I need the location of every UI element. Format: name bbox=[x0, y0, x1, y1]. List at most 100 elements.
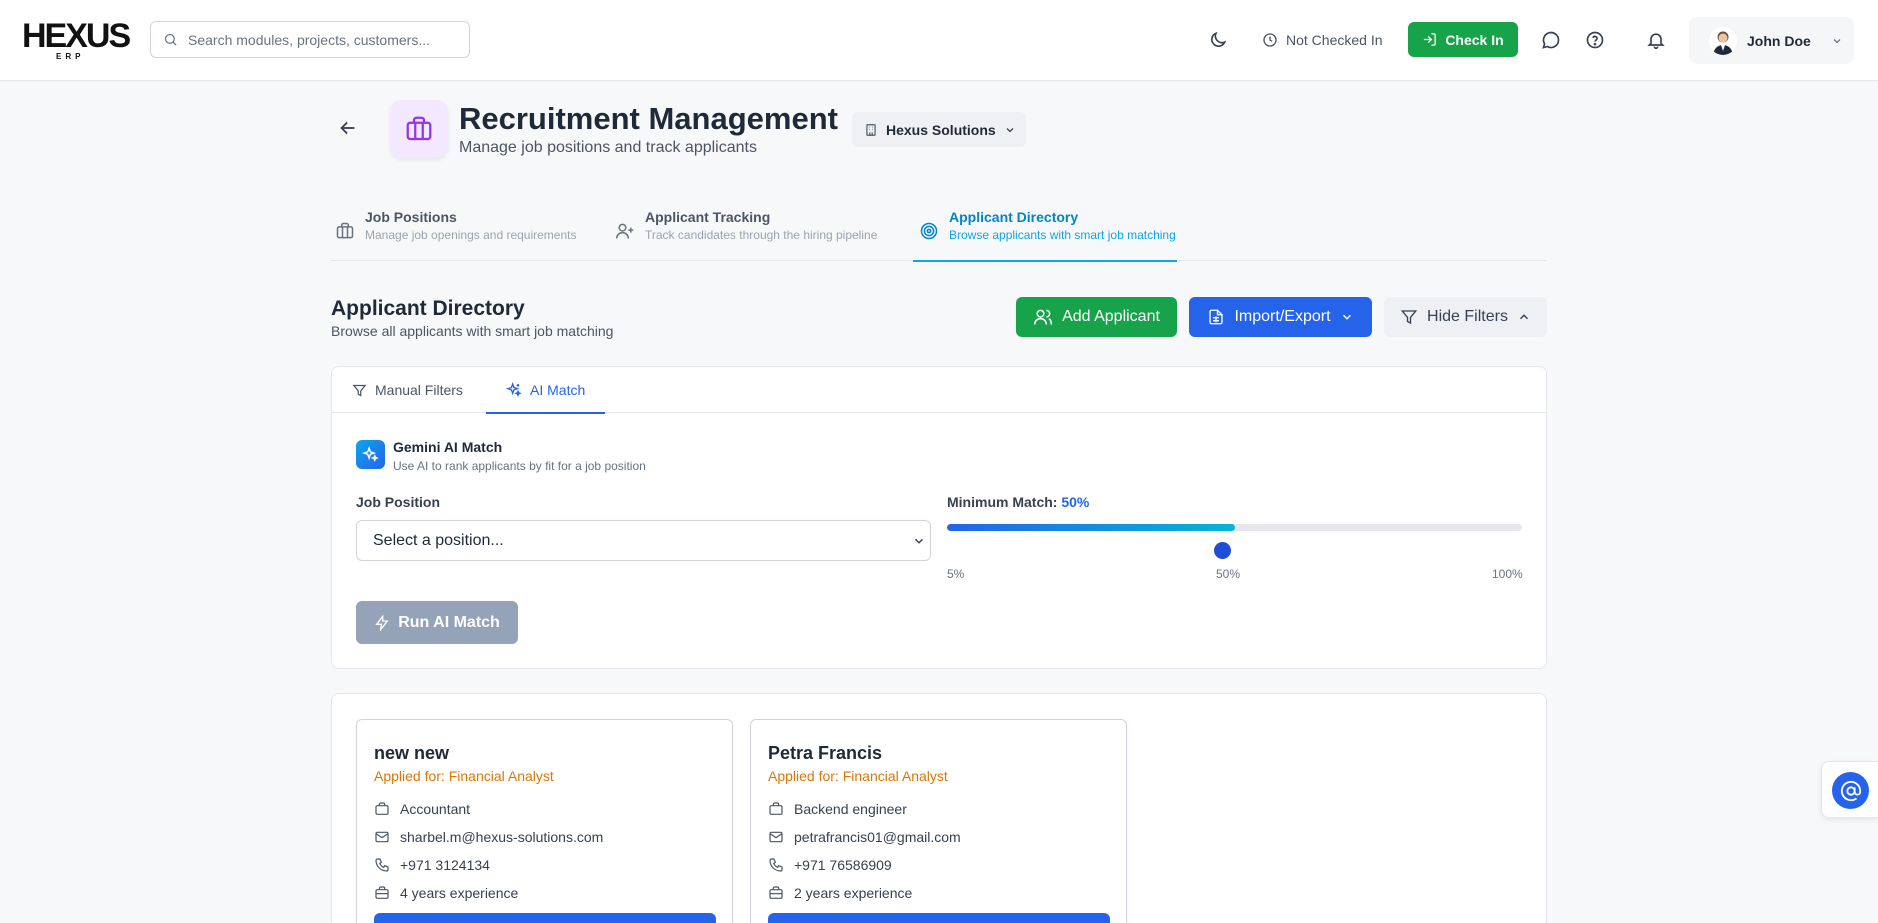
message-icon[interactable] bbox=[1540, 29, 1562, 51]
gemini-subtitle: Use AI to rank applicants by fit for a j… bbox=[393, 459, 646, 473]
add-applicant-button[interactable]: Add Applicant bbox=[1016, 297, 1177, 337]
tab-applicant-tracking[interactable]: Applicant Tracking Track candidates thro… bbox=[615, 204, 877, 261]
briefcase-icon bbox=[768, 885, 784, 901]
at-sign-icon bbox=[1832, 772, 1869, 809]
minimum-match-value: 50% bbox=[1061, 494, 1090, 510]
lightning-icon bbox=[374, 614, 390, 631]
applied-for: Applied for: Financial Analyst bbox=[768, 768, 948, 784]
chevron-down-icon bbox=[1340, 310, 1354, 324]
page-subtitle: Manage job positions and track applicant… bbox=[459, 139, 757, 156]
minimum-match-text: Minimum Match: bbox=[947, 494, 1058, 510]
user-name: John Doe bbox=[1747, 32, 1811, 49]
minimum-match-slider[interactable] bbox=[947, 524, 1522, 531]
sparkles-icon bbox=[506, 382, 522, 398]
phone-icon bbox=[768, 857, 784, 873]
help-icon[interactable] bbox=[1584, 29, 1606, 51]
tab-subtitle: Track candidates through the hiring pipe… bbox=[645, 228, 878, 242]
applicant-experience: 2 years experience bbox=[768, 883, 912, 903]
phone-text: +971 76586909 bbox=[794, 857, 892, 873]
applicant-role: Backend engineer bbox=[768, 799, 907, 819]
slider-thumb[interactable] bbox=[1213, 542, 1231, 559]
floating-contact-widget[interactable] bbox=[1821, 761, 1878, 818]
section-subtitle: Browse all applicants with smart job mat… bbox=[331, 323, 614, 339]
users-icon bbox=[1033, 307, 1053, 327]
tab-subtitle: Manage job openings and requirements bbox=[365, 228, 577, 242]
user-plus-icon bbox=[615, 221, 635, 241]
clock-icon bbox=[1262, 32, 1278, 48]
search-input[interactable] bbox=[188, 31, 448, 48]
search-box[interactable] bbox=[150, 21, 470, 58]
briefcase-icon bbox=[335, 221, 355, 241]
briefcase-icon bbox=[374, 801, 390, 817]
phone-icon bbox=[374, 857, 390, 873]
chevron-down-icon bbox=[912, 534, 926, 548]
user-menu[interactable]: John Doe bbox=[1689, 17, 1854, 64]
applicant-phone: +971 3124134 bbox=[374, 855, 490, 875]
tab-applicant-directory[interactable]: Applicant Directory Browse applicants wi… bbox=[913, 204, 1177, 262]
section-title: Applicant Directory bbox=[331, 297, 525, 320]
target-icon bbox=[919, 221, 939, 241]
bell-icon[interactable] bbox=[1645, 29, 1667, 51]
sparkles-icon bbox=[356, 440, 385, 469]
job-position-select[interactable]: Select a position... bbox=[356, 520, 931, 561]
tab-title: Applicant Tracking bbox=[645, 209, 771, 225]
briefcase-icon bbox=[390, 100, 448, 158]
ai-match-label: AI Match bbox=[530, 382, 586, 398]
tick-min: 5% bbox=[947, 567, 965, 581]
applicant-experience: 4 years experience bbox=[374, 883, 518, 903]
filter-icon bbox=[352, 383, 367, 398]
tick-mid: 50% bbox=[1216, 567, 1241, 581]
applicant-name: new new bbox=[374, 743, 450, 763]
back-arrow-icon[interactable] bbox=[337, 117, 361, 141]
phone-text: +971 3124134 bbox=[400, 857, 490, 873]
mail-icon bbox=[768, 829, 784, 845]
moon-icon[interactable] bbox=[1207, 29, 1229, 51]
applicant-role: Accountant bbox=[374, 799, 470, 819]
building-icon bbox=[864, 123, 878, 137]
check-status-text: Not Checked In bbox=[1286, 32, 1383, 48]
job-position-value: Select a position... bbox=[373, 531, 504, 549]
check-status: Not Checked In bbox=[1262, 28, 1383, 52]
logo-text: HEXUS bbox=[22, 17, 131, 55]
email-text: petrafrancis01@gmail.com bbox=[794, 829, 961, 845]
job-position-label: Job Position bbox=[356, 494, 440, 510]
view-applicant-button[interactable] bbox=[768, 913, 1110, 923]
tab-title: Job Positions bbox=[365, 209, 457, 225]
applicant-results: new new Applied for: Financial Analyst A… bbox=[331, 693, 1547, 923]
applicant-card[interactable]: Petra Francis Applied for: Financial Ana… bbox=[750, 719, 1127, 923]
logo-subtext: ERP bbox=[56, 52, 85, 61]
gemini-title: Gemini AI Match bbox=[393, 439, 503, 455]
hexus-logo[interactable]: HEXUS ERP bbox=[22, 17, 131, 62]
applicant-card[interactable]: new new Applied for: Financial Analyst A… bbox=[356, 719, 733, 923]
manual-filters-label: Manual Filters bbox=[375, 382, 463, 398]
search-icon bbox=[163, 32, 178, 47]
tab-subtitle: Browse applicants with smart job matchin… bbox=[949, 228, 1176, 242]
import-export-button[interactable]: Import/Export bbox=[1189, 297, 1372, 337]
hide-filters-button[interactable]: Hide Filters bbox=[1384, 297, 1547, 337]
chevron-up-icon bbox=[1517, 310, 1531, 324]
hide-filters-label: Hide Filters bbox=[1427, 308, 1508, 325]
login-icon bbox=[1422, 32, 1437, 47]
applicant-email: sharbel.m@hexus-solutions.com bbox=[374, 827, 603, 847]
view-applicant-button[interactable] bbox=[374, 913, 716, 923]
tab-ai-match[interactable]: AI Match bbox=[486, 367, 606, 414]
company-selector[interactable]: Hexus Solutions bbox=[852, 112, 1026, 147]
page-title: Recruitment Management bbox=[459, 101, 838, 136]
add-applicant-label: Add Applicant bbox=[1062, 308, 1160, 325]
tab-job-positions[interactable]: Job Positions Manage job openings and re… bbox=[335, 204, 576, 261]
avatar bbox=[1709, 26, 1737, 55]
run-ai-match-button[interactable]: Run AI Match bbox=[356, 601, 518, 644]
applicant-name: Petra Francis bbox=[768, 743, 883, 763]
filter-panel: Manual Filters AI Match Gemini AI Match … bbox=[331, 366, 1547, 669]
filter-icon bbox=[1400, 308, 1418, 326]
role-text: Backend engineer bbox=[794, 801, 907, 817]
company-name: Hexus Solutions bbox=[886, 121, 996, 138]
role-text: Accountant bbox=[400, 801, 471, 817]
module-tabs: Job Positions Manage job openings and re… bbox=[331, 204, 1547, 262]
run-ai-match-label: Run AI Match bbox=[398, 613, 500, 631]
spreadsheet-icon bbox=[1207, 308, 1225, 326]
tick-max: 100% bbox=[1492, 567, 1523, 581]
tab-manual-filters[interactable]: Manual Filters bbox=[332, 367, 483, 413]
check-in-button[interactable]: Check In bbox=[1408, 22, 1518, 57]
mail-icon bbox=[374, 829, 390, 845]
